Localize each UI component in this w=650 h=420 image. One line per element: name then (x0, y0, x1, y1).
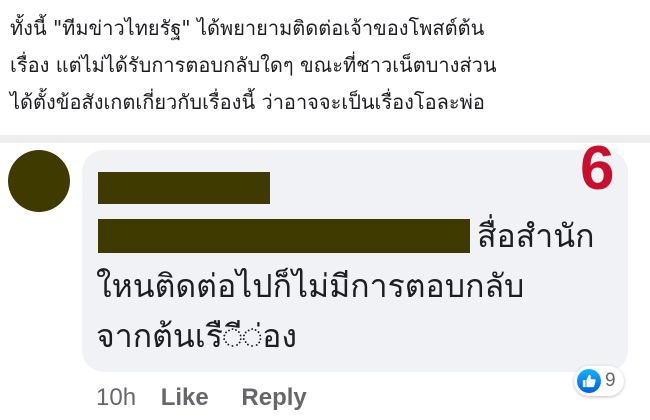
article-line: ได้ตั้งข้อสังเกตเกี่ยวกับเรื่องนี้ ว่าอา… (10, 90, 485, 114)
reaction-count: 9 (605, 370, 616, 391)
comment-text-line: ใหนติดต่อไปก็ไม่มีการตอบกลับ (96, 267, 525, 305)
comment-text-line: จากต้นเรื◌ี◌่อง (96, 317, 297, 355)
article-text: ทั้งนี้ "ทีมข่าวไทยรัฐ" ได้พยายามติดต่อเ… (10, 10, 642, 121)
article-line: ทั้งนี้ "ทีมข่าวไทยรัฐ" ได้พยายามติดต่อเ… (10, 16, 485, 40)
thumbs-up-icon (577, 369, 601, 393)
comment-text-line: สื่อสำนัก (477, 217, 595, 255)
reaction-summary[interactable]: 9 (574, 366, 624, 396)
redacted-text (98, 219, 470, 253)
reply-button[interactable]: Reply (241, 383, 306, 413)
divider (0, 135, 650, 143)
like-button[interactable]: Like (161, 383, 209, 413)
annotation-number: 6 (580, 134, 615, 203)
redacted-commenter-name (98, 172, 270, 204)
comment-actions: 10h Like Reply (96, 383, 307, 413)
article-line: เรื่อง แต่ไม่ได้รับการตอบกลับใดๆ ขณะที่ช… (10, 53, 497, 77)
avatar[interactable] (8, 150, 70, 212)
comment-timestamp[interactable]: 10h (96, 383, 136, 413)
